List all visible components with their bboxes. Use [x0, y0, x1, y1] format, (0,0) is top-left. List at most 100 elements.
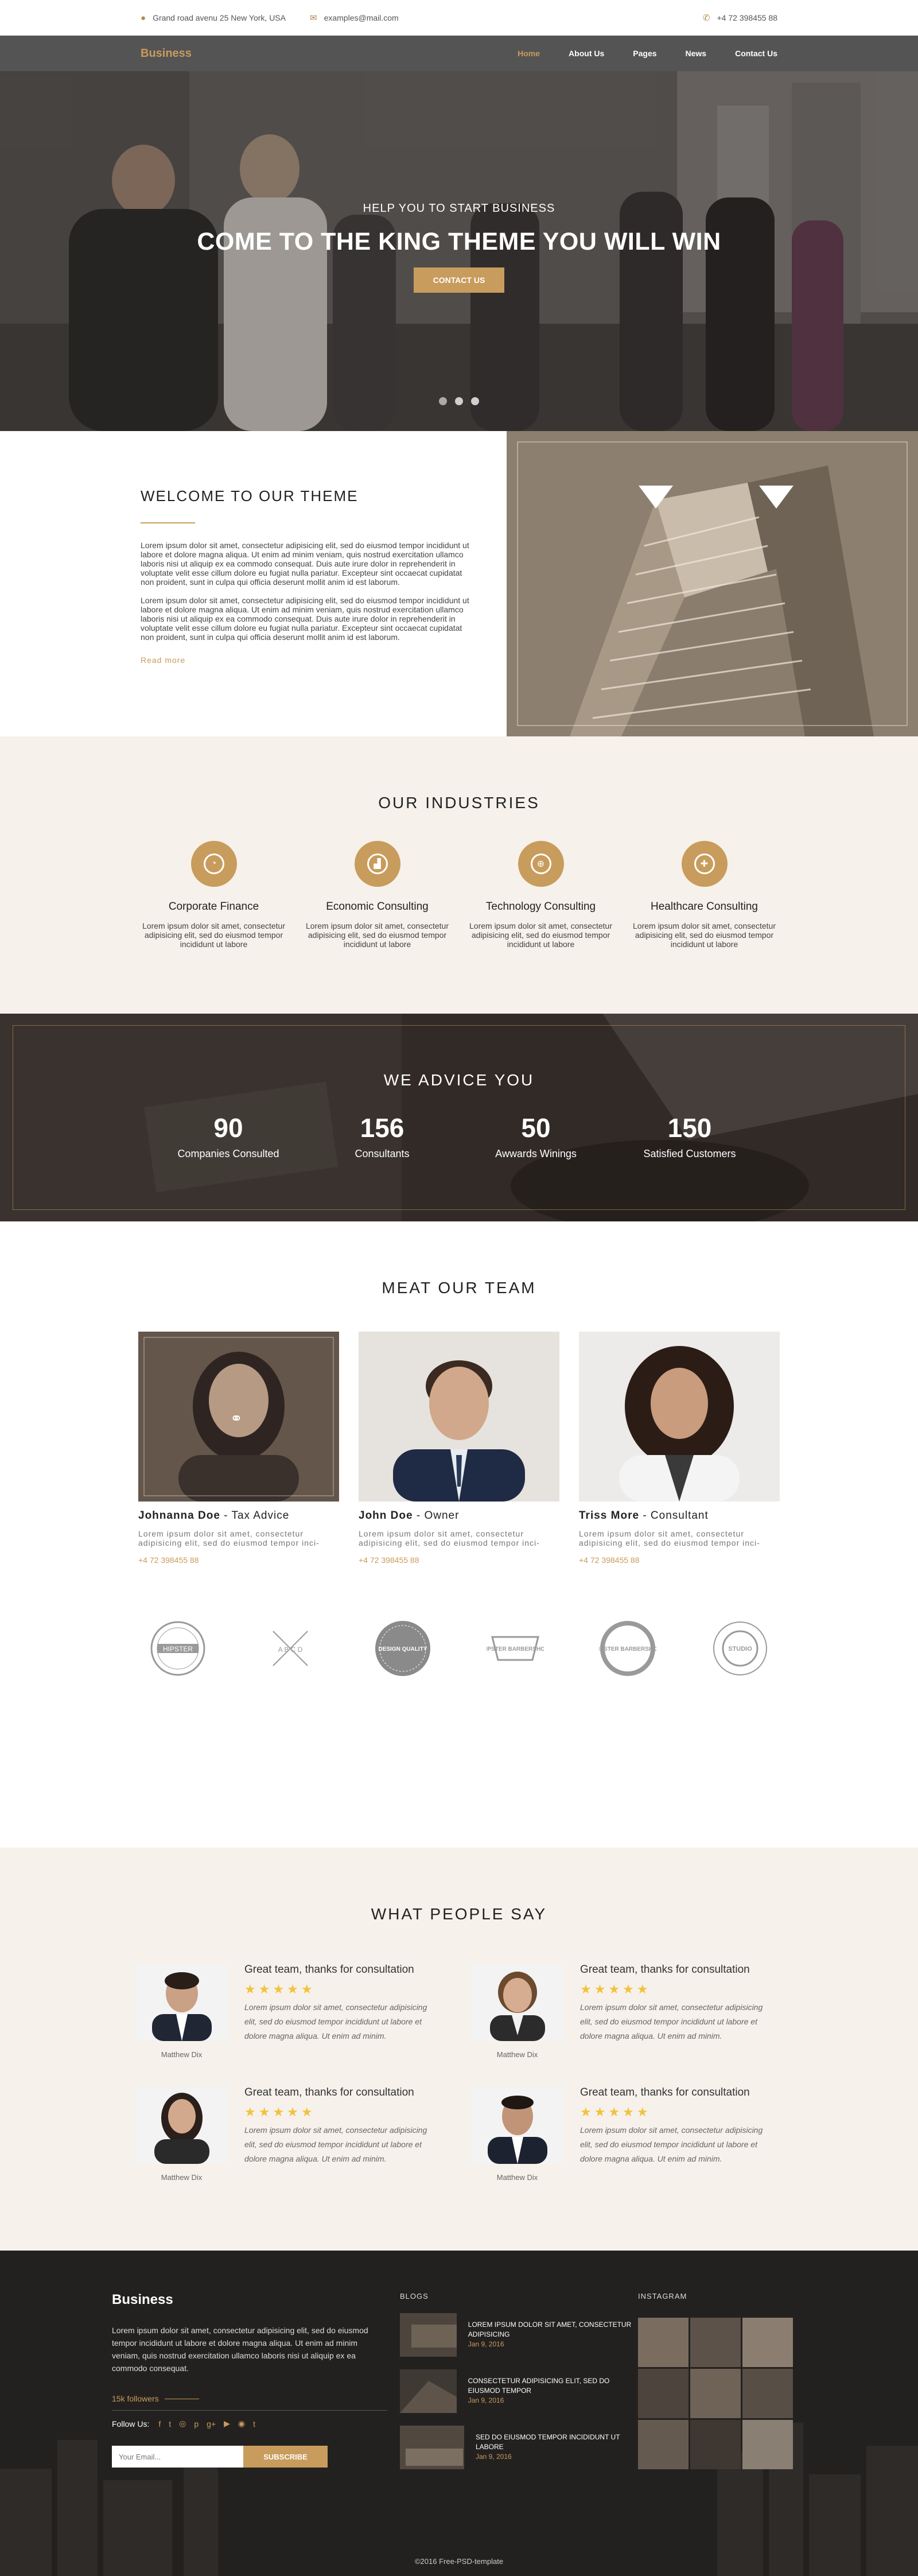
star-rating-icon: ★★★★★ — [244, 2105, 316, 2119]
stat-number: 90 — [213, 1113, 243, 1143]
nav-news[interactable]: News — [686, 49, 707, 58]
phone-text[interactable]: +4 72 398455 88 — [717, 13, 778, 22]
blog-post[interactable]: SED DO EIUSMOD TEMPOR INCIDIDUNT UT LABO… — [400, 2426, 638, 2469]
partner-logo-abcd[interactable]: A B C D — [262, 1620, 319, 1677]
partner-logo-hipster-barbershop[interactable]: HIPSTER BARBERSHOP — [487, 1620, 544, 1677]
nav-pages[interactable]: Pages — [633, 49, 656, 58]
stat-label: Satisfied Customers — [643, 1148, 736, 1159]
testimonial-title: Great team, thanks for consultation — [244, 2086, 414, 2098]
member-photo[interactable]: ⚭ — [138, 1332, 339, 1502]
footer-about-text: Lorem ipsum dolor sit amet, consectetur … — [112, 2326, 368, 2373]
social-links: Follow Us: f t ◎ p g+ ▶ ◉ t — [112, 2419, 387, 2428]
testimonial-card: Matthew Dix Great team, thanks for consu… — [135, 2086, 448, 2182]
blog-post[interactable]: LOREM IPSUM DOLOR SIT AMET, CONSECTETUR … — [400, 2313, 638, 2357]
footer-logo[interactable]: Business — [112, 2292, 387, 2308]
email-text[interactable]: examples@mail.com — [324, 13, 399, 22]
instagram-photo[interactable] — [690, 2369, 741, 2418]
member-phone[interactable]: +4 72 398455 88 — [138, 1555, 339, 1565]
footer-divider — [112, 2410, 387, 2411]
blog-thumbnail[interactable] — [400, 2313, 457, 2357]
phone-item[interactable]: ✆ +4 72 398455 88 — [703, 13, 777, 23]
email-item[interactable]: ✉ examples@mail.com — [310, 13, 399, 23]
industry-text: Lorem ipsum dolor sit amet, consectetur … — [306, 921, 449, 949]
facebook-icon[interactable]: f — [158, 2419, 161, 2428]
nav-about-us[interactable]: About Us — [569, 49, 604, 58]
testimonial-text: Lorem ipsum dolor sit amet, consectetur … — [580, 2003, 763, 2040]
testimonial-avatar — [470, 1964, 564, 2041]
testimonial-card: Matthew Dix Great team, thanks for consu… — [470, 2086, 783, 2182]
link-icon[interactable]: ⚭ — [230, 1410, 243, 1427]
partner-logo-design-quality[interactable]: DESIGN QUALITY — [374, 1620, 431, 1677]
nav-contact-us[interactable]: Contact Us — [735, 49, 777, 58]
instagram-icon[interactable]: ◎ — [179, 2419, 186, 2428]
instagram-photo[interactable] — [742, 2318, 793, 2367]
twitter-icon[interactable]: t — [169, 2419, 171, 2428]
slider-dot-2[interactable] — [455, 397, 463, 405]
industry-card[interactable]: ▟ Economic Consulting Lorem ipsum dolor … — [295, 841, 459, 949]
testimonial-avatar — [470, 2086, 564, 2164]
stat-number: 50 — [521, 1113, 551, 1143]
youtube-icon[interactable]: ▶ — [224, 2419, 230, 2428]
industry-card[interactable]: ⊕ Technology Consulting Lorem ipsum dolo… — [459, 841, 623, 949]
blog-title[interactable]: SED DO EIUSMOD TEMPOR INCIDIDUNT UT LABO… — [476, 2433, 620, 2451]
team-member-card[interactable]: ⚭ Johnanna Doe - Tax Advice Lorem ipsum … — [138, 1332, 339, 1565]
tumblr-icon[interactable]: t — [253, 2419, 255, 2428]
blog-date: Jan 9, 2016 — [468, 2396, 504, 2404]
member-phone[interactable]: +4 72 398455 88 — [579, 1555, 780, 1565]
blog-title[interactable]: CONSECTETUR ADIPISICING ELIT, SED DO EIU… — [468, 2377, 610, 2395]
member-photo[interactable] — [579, 1332, 780, 1502]
blog-date: Jan 9, 2016 — [475, 2453, 512, 2461]
title-underline — [141, 522, 195, 523]
stat-label: Awwards Winings — [495, 1148, 577, 1159]
medical-case-icon: ✚ — [681, 841, 728, 887]
logo[interactable]: Business — [141, 47, 192, 60]
instagram-photo[interactable] — [638, 2318, 688, 2367]
welcome-paragraph-2: Lorem ipsum dolor sit amet, consectetur … — [141, 596, 469, 642]
read-more-link[interactable]: Read more — [141, 655, 185, 665]
partner-logo-studio[interactable]: STUDIO — [711, 1620, 769, 1677]
hero-content: HELP YOU TO START BUSINESS COME TO THE K… — [0, 202, 918, 293]
copyright: ©2016 Free-PSD-template — [414, 2557, 504, 2566]
instagram-photo[interactable] — [690, 2318, 741, 2367]
partner-logo-hipster[interactable]: HIPSTER — [149, 1620, 207, 1677]
nav-menu: Home About Us Pages News Contact Us — [489, 49, 777, 58]
globe-icon: ⊕ — [518, 841, 564, 887]
member-photo[interactable] — [359, 1332, 559, 1502]
footer-about: Business Lorem ipsum dolor sit amet, con… — [112, 2292, 387, 2469]
industry-card[interactable]: ✚ Healthcare Consulting Lorem ipsum dolo… — [623, 841, 786, 949]
stat-item: 156 Consultants — [305, 1112, 459, 1160]
member-description: Lorem ipsum dolor sit amet, consectetur … — [138, 1529, 320, 1547]
industry-title: Economic Consulting — [326, 901, 429, 913]
pinterest-icon[interactable]: p — [194, 2419, 199, 2428]
stats-list: 90 Companies Consulted 156 Consultants 5… — [0, 1112, 918, 1160]
instagram-photo[interactable] — [638, 2369, 688, 2418]
dribbble-icon[interactable]: ◉ — [238, 2419, 245, 2428]
logo-text: HIPSTER BARBERSHOP — [599, 1646, 656, 1652]
industry-card[interactable]: ◔ Corporate Finance Lorem ipsum dolor si… — [132, 841, 295, 949]
map-pin-icon: ● — [141, 13, 146, 23]
contact-us-button[interactable]: CONTACT US — [413, 267, 505, 293]
slider-dot-1[interactable] — [439, 397, 447, 405]
instagram-photo[interactable] — [690, 2420, 741, 2469]
industries-title: OUR INDUSTRIES — [378, 794, 540, 812]
nav-home[interactable]: Home — [518, 49, 540, 58]
blog-post[interactable]: CONSECTETUR ADIPISICING ELIT, SED DO EIU… — [400, 2369, 638, 2413]
instagram-photo[interactable] — [742, 2420, 793, 2469]
advice-title: WE ADVICE YOU — [383, 1071, 535, 1089]
slider-dot-3[interactable] — [471, 397, 479, 405]
team-member-card[interactable]: John Doe - Owner Lorem ipsum dolor sit a… — [359, 1332, 559, 1565]
testimonial-title: Great team, thanks for consultation — [580, 1964, 750, 1976]
blog-thumbnail[interactable] — [400, 2426, 464, 2469]
member-phone[interactable]: +4 72 398455 88 — [359, 1555, 559, 1565]
star-rating-icon: ★★★★★ — [580, 2105, 651, 2119]
google-plus-icon[interactable]: g+ — [207, 2419, 216, 2428]
blog-thumbnail[interactable] — [400, 2369, 457, 2413]
blog-title[interactable]: LOREM IPSUM DOLOR SIT AMET, CONSECTETUR … — [468, 2321, 631, 2338]
email-input[interactable] — [112, 2446, 243, 2468]
envelope-icon: ✉ — [309, 13, 317, 23]
team-member-card[interactable]: Triss More - Consultant Lorem ipsum dolo… — [579, 1332, 780, 1565]
subscribe-button[interactable]: SUBSCRIBE — [243, 2446, 328, 2468]
instagram-photo[interactable] — [742, 2369, 793, 2418]
partner-logo-barbershop-circle[interactable]: HIPSTER BARBERSHOP — [599, 1620, 656, 1677]
instagram-photo[interactable] — [638, 2420, 688, 2469]
